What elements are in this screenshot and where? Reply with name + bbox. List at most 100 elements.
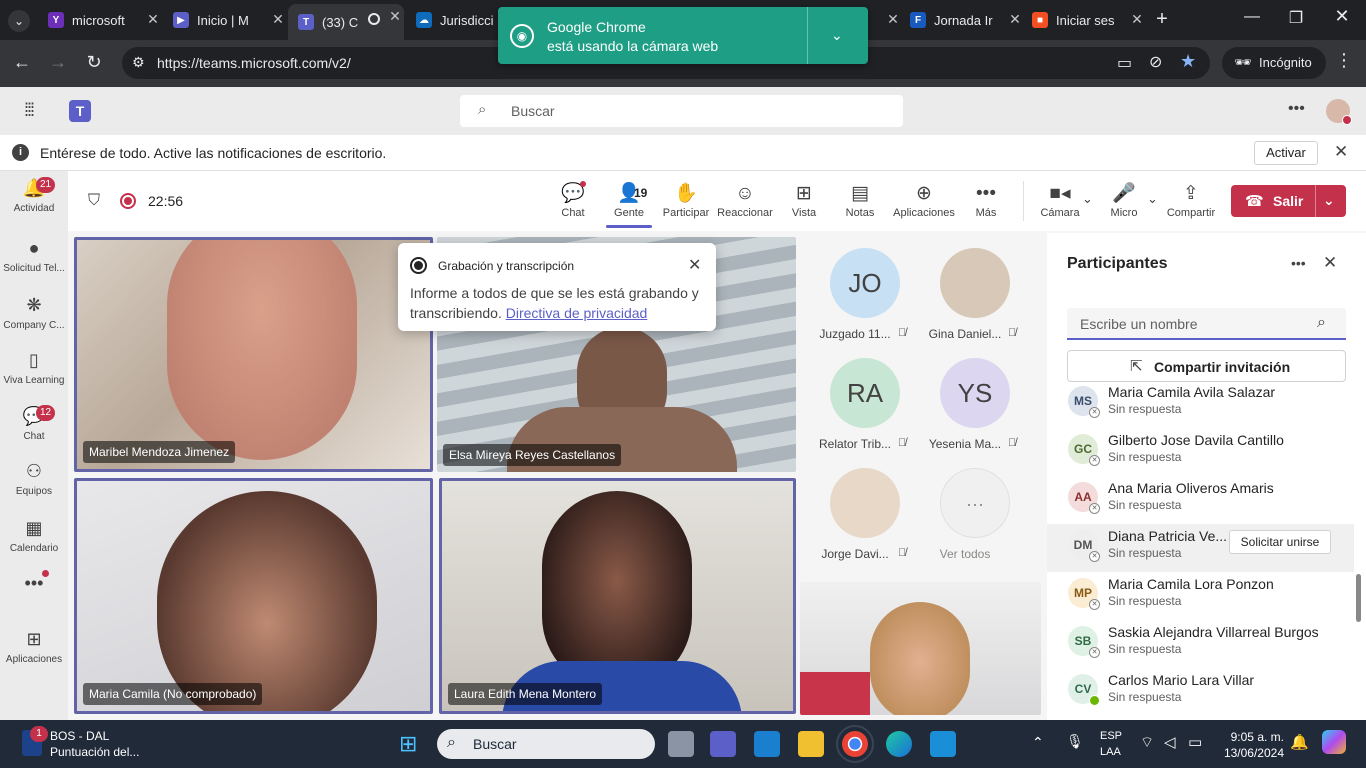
rail-item-more[interactable]: ••• xyxy=(0,570,68,598)
browser-tab[interactable]: F Jornada Ir ✕ xyxy=(910,7,1024,33)
video-tile-4[interactable]: Laura Edith Mena Montero xyxy=(439,478,796,714)
app-launcher-icon[interactable]: ⁞⁞⁞ xyxy=(24,100,35,121)
close-window-icon[interactable]: ✕ xyxy=(1330,6,1354,27)
leave-button[interactable]: ☎ Salir ⌄ xyxy=(1231,185,1346,217)
tab-close-icon[interactable]: ✕ xyxy=(1128,10,1146,28)
language-line2[interactable]: LAA xyxy=(1100,746,1121,758)
chrome-icon[interactable] xyxy=(836,725,874,763)
tab-close-icon[interactable]: ✕ xyxy=(1006,10,1024,28)
control-more[interactable]: ••• Más xyxy=(957,181,1015,219)
participant-row[interactable]: MP ✕ Maria Camila Lora Ponzon Sin respuesta xyxy=(1047,572,1354,620)
incognito-indicator[interactable]: 🕶 Incógnito xyxy=(1222,47,1326,79)
tray-mic-icon[interactable]: 🎙 xyxy=(1066,733,1084,750)
mic-options-chevron-icon[interactable]: ⌄ xyxy=(1147,191,1158,207)
language-line1[interactable]: ESP xyxy=(1100,730,1122,742)
rail-item-aplicaciones[interactable]: ⊞ Aplicaciones xyxy=(0,628,68,665)
rail-item-actividad[interactable]: 🔔 Actividad 21 xyxy=(0,177,68,214)
edge-icon[interactable] xyxy=(886,731,912,757)
taskbar-search[interactable]: ⌕ Buscar xyxy=(437,729,655,759)
shield-icon[interactable]: ⛉ xyxy=(88,192,100,210)
tab-close-icon[interactable]: ✕ xyxy=(269,10,287,28)
camera-button[interactable]: ■◂ Cámara xyxy=(1032,181,1088,219)
windows-start-icon[interactable]: ⊞ xyxy=(399,732,423,756)
site-info-icon[interactable]: ⚙ xyxy=(132,54,145,71)
popup-close-icon[interactable]: ✕ xyxy=(688,255,701,275)
wifi-icon[interactable]: ⌔ xyxy=(1140,733,1154,752)
activate-button[interactable]: Activar xyxy=(1254,141,1318,165)
speaker-icon[interactable]: ◁ xyxy=(1164,733,1176,751)
panel-more-icon[interactable]: ••• xyxy=(1291,255,1306,271)
share-invite-button[interactable]: ⇱ Compartir invitación xyxy=(1067,350,1346,382)
rail-item-equipos[interactable]: ⚇ Equipos xyxy=(0,460,68,497)
expand-chevron-icon[interactable]: ⌄ xyxy=(831,27,843,44)
share-button[interactable]: ⇪ Compartir xyxy=(1162,181,1220,219)
minimize-icon[interactable]: — xyxy=(1240,8,1264,26)
close-banner-icon[interactable]: ✕ xyxy=(1334,142,1348,162)
teams-search-box[interactable]: ⌕ Buscar xyxy=(460,95,903,127)
tray-chevron-icon[interactable]: ⌃ xyxy=(1032,734,1044,751)
panel-close-icon[interactable]: ✕ xyxy=(1323,253,1337,273)
video-tile-3[interactable]: Maria Camila (No comprobado) xyxy=(74,478,433,714)
clock-date[interactable]: 13/06/2024 xyxy=(1218,746,1284,760)
calculator-app-icon[interactable] xyxy=(930,731,956,757)
notification-bell-icon[interactable]: 🔔 xyxy=(1290,733,1309,751)
participant-row[interactable]: MS ✕ Maria Camila Avila Salazar Sin respues… xyxy=(1047,380,1354,428)
back-icon[interactable]: ← xyxy=(10,52,34,73)
control-chat[interactable]: 💬 Chat xyxy=(544,181,602,219)
gallery-avatar[interactable]: JO xyxy=(830,248,900,318)
tab-search-icon[interactable]: ⌄ xyxy=(8,10,30,32)
rail-item-viva-learning[interactable]: ▯ Viva Learning xyxy=(0,349,68,386)
tab-close-icon[interactable]: ✕ xyxy=(884,10,902,28)
participant-row[interactable]: AA ✕ Ana Maria Oliveros Amaris Sin respuest… xyxy=(1047,476,1354,524)
participants-scrollbar[interactable] xyxy=(1356,574,1361,622)
participant-row[interactable]: GC ✕ Gilberto Jose Davila Cantillo Sin resp… xyxy=(1047,428,1354,476)
rail-item-calendario[interactable]: ▦ Calendario xyxy=(0,517,68,554)
rail-item-company-c[interactable]: ❋ Company C... xyxy=(0,294,68,331)
gallery-avatar[interactable]: YS xyxy=(940,358,1010,428)
camera-options-chevron-icon[interactable]: ⌄ xyxy=(1082,191,1093,207)
tab-close-icon[interactable]: ✕ xyxy=(386,7,404,25)
control-notes[interactable]: ▤ Notas xyxy=(831,181,889,219)
rail-item-chat[interactable]: 💬 Chat 12 xyxy=(0,405,68,442)
mic-button[interactable]: 🎤 Micro xyxy=(1096,181,1152,219)
video-tile-1[interactable]: Maribel Mendoza Jimenez xyxy=(74,237,433,472)
rail-item-solicitud-tel[interactable]: ● Solicitud Tel... xyxy=(0,237,68,274)
browser-menu-icon[interactable]: ⋮ xyxy=(1334,50,1354,71)
browser-tab[interactable]: Ymicrosoft ✕ xyxy=(48,7,162,33)
battery-icon[interactable]: ▭ xyxy=(1188,733,1202,751)
forward-icon[interactable]: → xyxy=(46,52,70,73)
gallery-name[interactable]: Ver todos xyxy=(910,547,1020,561)
task-view-icon[interactable] xyxy=(668,731,694,757)
reload-icon[interactable]: ↻ xyxy=(82,52,106,73)
control-people[interactable]: 👤 Gente 19 xyxy=(600,181,658,228)
new-tab-icon[interactable]: + xyxy=(1150,8,1174,31)
control-emoji[interactable]: ☺ Reaccionar xyxy=(716,181,774,219)
gallery-avatar[interactable] xyxy=(940,248,1010,318)
participant-row[interactable]: CV Carlos Mario Lara Villar Sin respuesta xyxy=(1047,668,1354,716)
participant-row[interactable]: SB ✕ Saskia Alejandra Villarreal Burgos Sin… xyxy=(1047,620,1354,668)
browser-tab[interactable]: T (33) C ✕ xyxy=(288,4,404,40)
control-hand[interactable]: ✋ Participar xyxy=(657,181,715,219)
bookmark-star-icon[interactable]: ★ xyxy=(1180,51,1196,72)
browser-tab[interactable]: ■ Iniciar ses ✕ xyxy=(1032,7,1146,33)
gallery-avatar[interactable]: ··· xyxy=(940,468,1010,538)
news-title[interactable]: BOS - DAL xyxy=(50,729,109,743)
mail-icon[interactable] xyxy=(754,731,780,757)
gallery-avatar[interactable] xyxy=(830,468,900,538)
browser-tab[interactable]: ▶ Inicio | M ✕ xyxy=(173,7,287,33)
eye-off-icon[interactable]: ⊘ xyxy=(1149,52,1162,72)
tab-close-icon[interactable]: ✕ xyxy=(144,10,162,28)
self-video-tile[interactable] xyxy=(800,582,1041,715)
restore-icon[interactable]: ❐ xyxy=(1284,8,1308,28)
request-join-button[interactable]: Solicitar unirse xyxy=(1229,530,1331,554)
clock-time[interactable]: 9:05 a. m. xyxy=(1218,730,1284,744)
control-grid[interactable]: ⊞ Vista xyxy=(775,181,833,219)
camera-in-use-icon[interactable]: ▭ xyxy=(1117,53,1132,73)
teams-taskbar-icon[interactable] xyxy=(710,731,736,757)
more-options-icon[interactable]: ••• xyxy=(1288,100,1305,118)
news-subtitle[interactable]: Puntuación del... xyxy=(50,745,139,759)
participant-search-input[interactable]: Escribe un nombre ⌕ xyxy=(1067,308,1346,340)
leave-options-chevron-icon[interactable]: ⌄ xyxy=(1323,192,1335,209)
control-plus-box[interactable]: ⊕ Aplicaciones xyxy=(893,181,955,219)
gallery-avatar[interactable]: RA xyxy=(830,358,900,428)
